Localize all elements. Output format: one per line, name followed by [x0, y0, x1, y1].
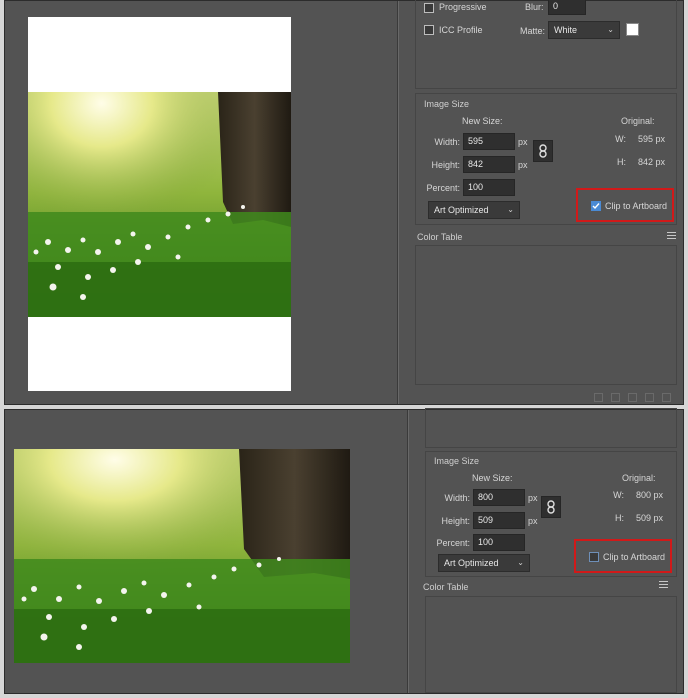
footer-icon-3[interactable]: [628, 393, 637, 402]
chain-link-icon: [547, 500, 555, 514]
matte-label: Matte:: [520, 26, 546, 36]
height-label: Height:: [441, 516, 470, 526]
icc-profile-checkbox[interactable]: [424, 25, 434, 35]
matte-color-swatch[interactable]: [626, 23, 639, 36]
clip-to-artboard-checkbox[interactable]: [591, 201, 601, 211]
orig-height-label: H:: [615, 513, 624, 523]
image-size-box: Image Size New Size: Original: Width: 80…: [425, 451, 677, 577]
height-label: Height:: [431, 160, 460, 170]
orig-height-value: 842 px: [638, 157, 666, 167]
image-size-box: Image Size New Size: Original: Width: 59…: [415, 93, 677, 225]
format-options-box: [425, 408, 677, 448]
footer-icon-2[interactable]: [611, 393, 620, 402]
footer-icon-1[interactable]: [594, 393, 603, 402]
progressive-checkbox[interactable]: [424, 3, 434, 13]
color-table-box: [425, 596, 677, 693]
progressive-label: Progressive: [439, 2, 487, 12]
orig-width-value: 800 px: [636, 490, 664, 500]
meadow-photo-image: [28, 92, 291, 317]
format-options-box: Progressive Blur: 0 ICC Profile Matte: W…: [415, 0, 677, 89]
orig-width-value: 595 px: [638, 134, 666, 144]
image-size-title: Image Size: [434, 456, 480, 466]
preview-photo: [14, 449, 350, 663]
chain-link-icon: [539, 144, 547, 158]
panel-menu-icon[interactable]: [659, 581, 668, 590]
color-table-box: [415, 245, 677, 385]
panel-menu-icon[interactable]: [667, 232, 676, 241]
width-unit: px: [528, 493, 538, 503]
percent-field[interactable]: 100: [463, 179, 515, 196]
width-label: Width:: [434, 137, 460, 147]
matte-dropdown[interactable]: White ⌄: [548, 21, 620, 39]
constrain-proportions-button[interactable]: [533, 140, 553, 162]
height-unit: px: [528, 516, 538, 526]
percent-label: Percent:: [426, 183, 460, 193]
orig-width-label: W:: [613, 490, 624, 500]
quality-dropdown[interactable]: Art Optimized ⌄: [438, 554, 530, 572]
chevron-down-icon: ⌄: [607, 25, 614, 34]
matte-value: White: [554, 25, 578, 35]
color-table-title: Color Table: [417, 232, 463, 242]
width-field[interactable]: 800: [473, 489, 525, 506]
footer-icon-5[interactable]: [662, 393, 671, 402]
width-label: Width:: [444, 493, 470, 503]
blur-field[interactable]: 0: [548, 0, 586, 15]
clip-to-artboard-label: Clip to Artboard: [603, 552, 666, 562]
width-field[interactable]: 595: [463, 133, 515, 150]
clip-to-artboard-label: Clip to Artboard: [605, 201, 668, 211]
original-label: Original:: [621, 116, 655, 126]
color-table-title: Color Table: [423, 582, 469, 592]
image-size-title: Image Size: [424, 99, 470, 109]
chevron-down-icon: ⌄: [517, 558, 524, 567]
preview-canvas: [5, 410, 407, 693]
constrain-proportions-button[interactable]: [541, 496, 561, 518]
preview-canvas: [5, 1, 397, 404]
icc-profile-label: ICC Profile: [439, 25, 483, 35]
quality-value: Art Optimized: [434, 205, 489, 215]
checkmark-icon: [592, 203, 600, 210]
meadow-photo-image: [14, 449, 350, 663]
quality-value: Art Optimized: [444, 558, 499, 568]
orig-height-label: H:: [617, 157, 626, 167]
preview-photo: [28, 92, 291, 317]
width-unit: px: [518, 137, 528, 147]
chevron-down-icon: ⌄: [507, 205, 514, 214]
percent-label: Percent:: [436, 538, 470, 548]
top-export-window: Progressive Blur: 0 ICC Profile Matte: W…: [4, 0, 684, 405]
original-label: Original:: [622, 473, 656, 483]
bottom-export-window: Image Size New Size: Original: Width: 80…: [4, 408, 684, 694]
blur-label: Blur:: [525, 2, 544, 12]
height-field[interactable]: 842: [463, 156, 515, 173]
orig-width-label: W:: [615, 134, 626, 144]
export-options-panel: Progressive Blur: 0 ICC Profile Matte: W…: [399, 0, 683, 404]
new-size-label: New Size:: [462, 116, 503, 126]
percent-field[interactable]: 100: [473, 534, 525, 551]
footer-icon-4[interactable]: [645, 393, 654, 402]
clip-to-artboard-checkbox[interactable]: [589, 552, 599, 562]
orig-height-value: 509 px: [636, 513, 664, 523]
new-size-label: New Size:: [472, 473, 513, 483]
quality-dropdown[interactable]: Art Optimized ⌄: [428, 201, 520, 219]
height-field[interactable]: 509: [473, 512, 525, 529]
export-options-panel: Image Size New Size: Original: Width: 80…: [409, 408, 683, 693]
height-unit: px: [518, 160, 528, 170]
